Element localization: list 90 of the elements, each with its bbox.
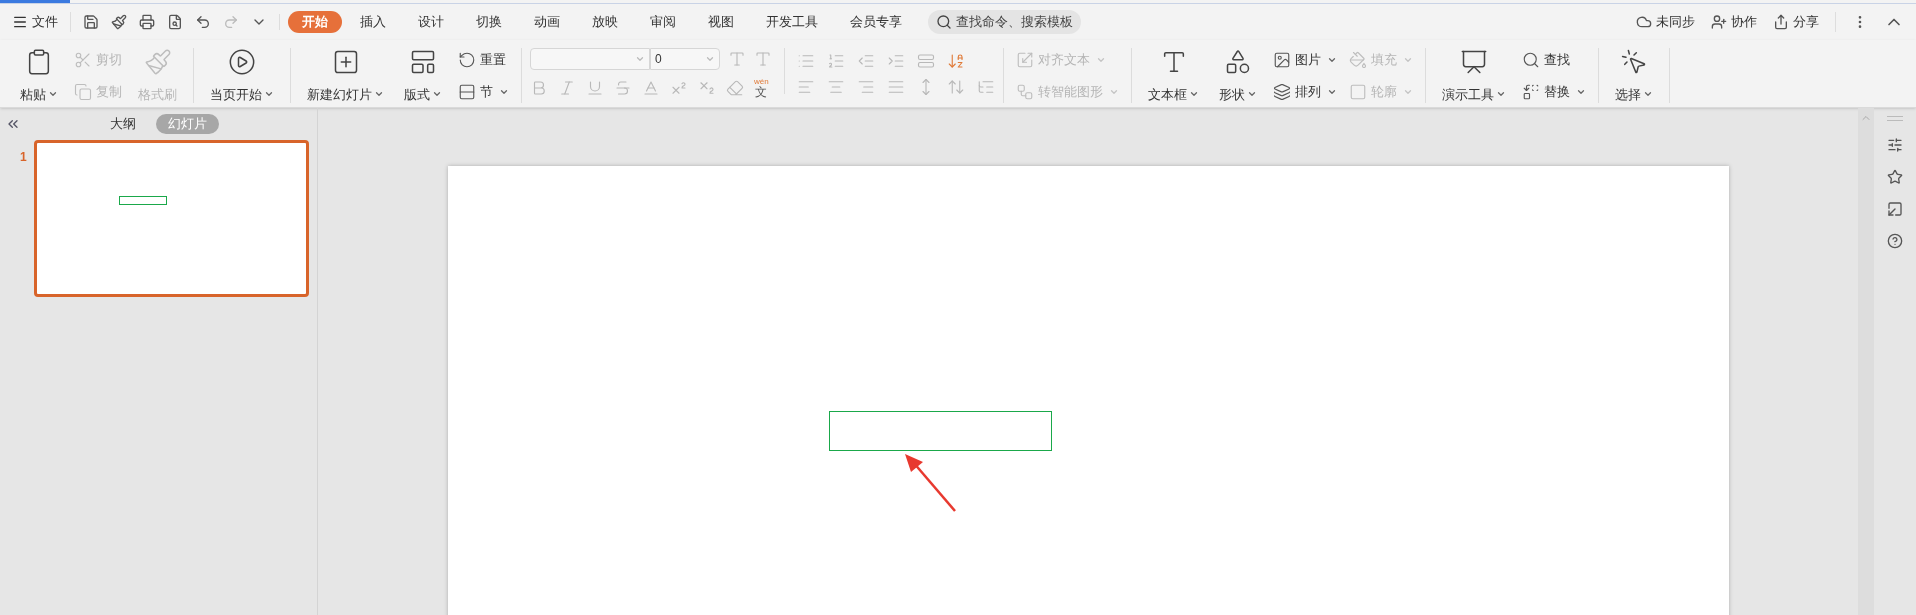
star-icon[interactable]	[1887, 169, 1903, 185]
align-left-icon[interactable]	[797, 78, 815, 96]
add-user-icon	[1711, 14, 1727, 30]
underline-icon[interactable]	[586, 79, 604, 97]
toolbar-action[interactable]: 未同步	[1636, 12, 1695, 32]
print-icon[interactable]	[139, 14, 155, 30]
ribbon-tab[interactable]: 视图	[694, 11, 748, 33]
caret-icon	[635, 54, 645, 64]
ribbon-button[interactable]: 演示工具	[1434, 44, 1514, 108]
settings-sliders-icon[interactable]	[1887, 137, 1903, 153]
outdent-icon[interactable]	[857, 52, 875, 70]
ribbon-button[interactable]: 查找	[1518, 46, 1590, 74]
toolbar-action[interactable]: 分享	[1773, 12, 1819, 32]
font-size-field[interactable]: 0	[650, 48, 720, 70]
section-icon	[458, 83, 476, 101]
grow-font-icon[interactable]	[728, 50, 746, 68]
ribbon-button[interactable]: 新建幻灯片	[299, 44, 392, 108]
caret-icon	[705, 54, 715, 64]
italic-icon[interactable]	[558, 79, 576, 97]
phonetic-guide-button[interactable]: wén 文	[754, 78, 769, 98]
file-menu-button[interactable]: 文件	[12, 12, 71, 32]
strikethrough-icon[interactable]	[614, 79, 632, 97]
ribbon-button[interactable]: 粘贴	[12, 44, 66, 108]
layers-icon	[1273, 83, 1291, 101]
bullet-list-icon[interactable]	[797, 52, 815, 70]
font-color-icon[interactable]	[642, 79, 660, 97]
search-icon	[1522, 51, 1540, 69]
save-icon[interactable]	[83, 14, 99, 30]
align-right-icon[interactable]	[857, 78, 875, 96]
reset-icon	[458, 51, 476, 69]
ribbon-tab[interactable]: 开发工具	[752, 11, 832, 33]
text-box-outline	[119, 196, 167, 205]
shrink-font-icon[interactable]	[754, 50, 772, 68]
ribbon-tab[interactable]: 动画	[520, 11, 574, 33]
numbered-list-icon[interactable]	[827, 52, 845, 70]
toolbar-action[interactable]: 协作	[1711, 12, 1757, 32]
command-search-field[interactable]: 查找命令、搜索模板	[928, 10, 1081, 34]
replace-icon	[1522, 83, 1540, 101]
slide-number: 1	[20, 149, 26, 166]
text-box[interactable]	[828, 411, 1052, 451]
align-center-icon[interactable]	[827, 78, 845, 96]
paintbrush-icon	[143, 48, 172, 76]
font-name-field[interactable]	[530, 48, 650, 70]
ribbon-button[interactable]: 版式	[396, 44, 450, 108]
image-icon	[1273, 51, 1291, 69]
select-pointer-icon	[1620, 48, 1648, 76]
ribbon-tab[interactable]: 切换	[462, 11, 516, 33]
slide-thumbnail[interactable]	[34, 140, 309, 297]
outline-icon	[1349, 83, 1367, 101]
scissors-icon	[74, 51, 92, 69]
shapes-icon	[1224, 48, 1252, 76]
ribbon-button[interactable]: 图片	[1269, 46, 1341, 74]
eraser-icon[interactable]	[726, 79, 744, 97]
help-icon[interactable]	[1887, 233, 1903, 249]
ribbon-button[interactable]: 替换	[1518, 78, 1590, 106]
ribbon-button[interactable]: 文本框	[1140, 44, 1207, 108]
undo-icon[interactable]	[195, 14, 211, 30]
cloud-icon	[1636, 14, 1652, 30]
preview-icon[interactable]	[167, 14, 183, 30]
ribbon-button[interactable]: 选择	[1607, 44, 1661, 108]
ribbon-tab[interactable]: 设计	[404, 11, 458, 33]
copy-icon	[74, 83, 92, 101]
layout-icon	[409, 48, 437, 76]
menu-icon	[12, 14, 28, 30]
indent-icon[interactable]	[887, 52, 905, 70]
justify-icon[interactable]	[887, 78, 905, 96]
play-icon	[228, 48, 256, 76]
annotation-arrow	[902, 454, 959, 514]
line-spacing-icon[interactable]	[947, 78, 965, 96]
ribbon-button[interactable]: 形状	[1211, 44, 1265, 108]
share-icon	[1773, 14, 1789, 30]
presentation-icon	[1460, 48, 1488, 76]
format-brush-icon[interactable]	[111, 14, 127, 30]
ribbon-tab[interactable]: 审阅	[636, 11, 690, 33]
ribbon-button[interactable]: 排列	[1269, 78, 1341, 106]
sort-arrow-icon[interactable]	[947, 52, 965, 70]
subscript-icon[interactable]	[698, 79, 716, 97]
ribbon-button[interactable]: 重置	[454, 46, 513, 74]
panel-tab[interactable]: 大纲	[98, 114, 148, 134]
ribbon-button[interactable]: 节	[454, 78, 513, 106]
smart-graphic-icon	[1016, 83, 1034, 101]
ribbon-tab[interactable]: 放映	[578, 11, 632, 33]
ribbon-tab[interactable]: 会员专享	[836, 11, 916, 33]
ribbon-button[interactable]: 当页开始	[202, 44, 282, 108]
ribbon-tab[interactable]: 插入	[346, 11, 400, 33]
fill-bucket-icon	[1349, 51, 1367, 69]
superscript-icon[interactable]	[670, 79, 688, 97]
paragraph-spacing-icon[interactable]	[977, 78, 995, 96]
redo-icon[interactable]	[223, 14, 239, 30]
search-icon	[936, 14, 952, 30]
